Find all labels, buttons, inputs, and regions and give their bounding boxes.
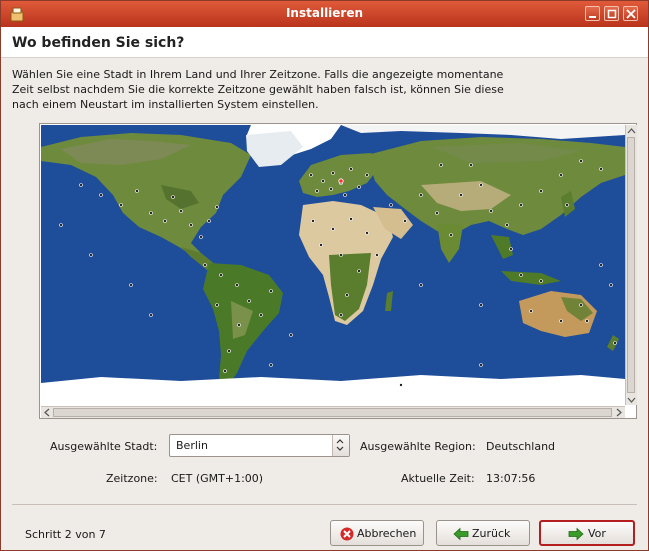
current-time-label: Aktuelle Zeit: — [401, 472, 475, 485]
back-button[interactable]: Zurück — [436, 520, 530, 546]
title-bar[interactable]: Installieren — [1, 1, 648, 27]
description-line: nach einem Neustart im installierten Sys… — [12, 98, 319, 111]
cancel-button[interactable]: Abbrechen — [330, 520, 424, 546]
current-time-value: 13:07:56 — [486, 472, 536, 485]
selected-region-value: Deutschland — [486, 440, 556, 453]
selected-city-label: Ausgewählte Stadt: — [50, 440, 158, 453]
cancel-icon — [340, 527, 354, 541]
scroll-down-icon[interactable] — [627, 395, 636, 404]
page-header: Wo befinden Sie sich? — [1, 27, 648, 58]
arrow-left-icon — [453, 527, 469, 541]
maximize-button[interactable] — [604, 6, 619, 21]
scroll-up-icon[interactable] — [627, 127, 636, 136]
map-vertical-scrollbar[interactable] — [625, 125, 637, 405]
horizontal-scroll-thumb[interactable] — [53, 408, 612, 417]
description-line: Wählen Sie eine Stadt in Ihrem Land und … — [12, 68, 504, 81]
close-icon — [626, 9, 636, 19]
selected-city-marker[interactable] — [338, 178, 344, 184]
scroll-left-icon[interactable] — [43, 408, 52, 417]
world-map[interactable] — [41, 125, 625, 405]
city-select-toggle[interactable] — [332, 435, 349, 456]
minimize-icon — [589, 16, 596, 18]
footer-separator — [12, 504, 637, 505]
forward-button-label: Vor — [588, 527, 606, 540]
maximize-icon — [607, 9, 617, 19]
description-text: Wählen Sie eine Stadt in Ihrem Land und … — [12, 67, 632, 112]
arrow-right-icon — [568, 527, 584, 541]
back-button-label: Zurück — [472, 527, 511, 540]
selected-region-label: Ausgewählte Region: — [360, 440, 476, 453]
forward-button[interactable]: Vor — [539, 520, 635, 546]
up-down-arrows-icon — [336, 439, 344, 451]
timezone-label: Zeitzone: — [106, 472, 158, 485]
page-title: Wo befinden Sie sich? — [12, 35, 185, 51]
map-horizontal-scrollbar[interactable] — [41, 406, 625, 418]
vertical-scroll-thumb[interactable] — [627, 137, 635, 393]
city-select[interactable]: Berlin — [169, 434, 350, 457]
description-line: Zeit selbst nachdem Sie die korrekte Zei… — [12, 83, 504, 96]
step-indicator: Schritt 2 von 7 — [25, 528, 106, 541]
timezone-map-frame — [39, 123, 637, 419]
window-title: Installieren — [285, 6, 364, 20]
minimize-button[interactable] — [585, 6, 600, 21]
close-button[interactable] — [623, 6, 638, 21]
timezone-value: CET (GMT+1:00) — [171, 472, 264, 485]
city-select-value: Berlin — [176, 439, 208, 452]
installer-window: Installieren Wo befinden Sie sich? Wähle… — [0, 0, 649, 551]
cancel-button-label: Abbrechen — [357, 527, 417, 540]
scroll-right-icon[interactable] — [614, 408, 623, 417]
